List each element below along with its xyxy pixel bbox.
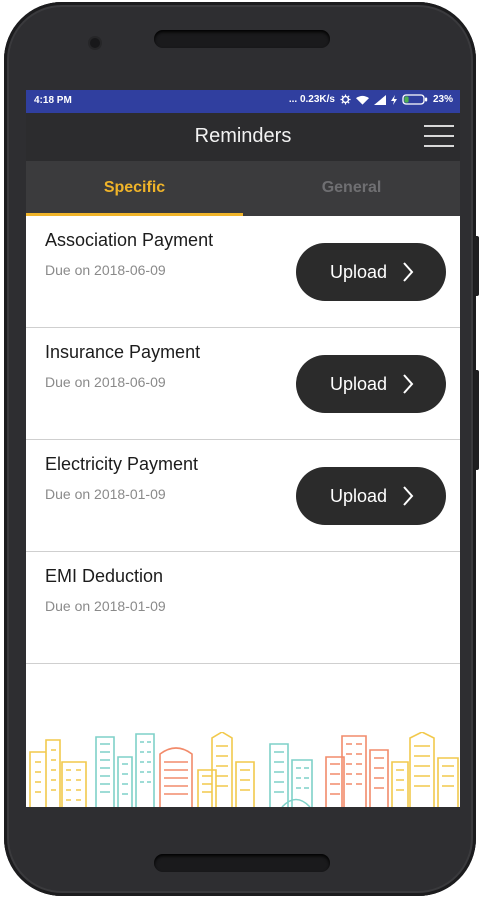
reminder-title: EMI Deduction [45,566,164,586]
reminder-list: Association Payment Due on 2018-06-09 Up… [26,216,460,664]
reminder-item[interactable]: Association Payment Due on 2018-06-09 Up… [26,216,460,328]
wifi-icon [355,95,369,105]
battery-percent: 23% [432,94,453,105]
reminder-due-date: Due on 2018-06-09 [45,262,166,278]
reminder-item[interactable]: EMI Deduction Due on 2018-01-09 [26,552,460,664]
upload-button[interactable]: Upload [296,243,446,301]
status-bar: 4:18 PM ... 0.23K/s 23% [26,90,460,113]
reminder-item[interactable]: Insurance Payment Due on 2018-06-09 Uplo… [26,328,460,440]
gear-icon [340,94,351,105]
phone-frame: 4:18 PM ... 0.23K/s 23% Reminders Specif… [4,2,476,896]
reminder-due-date: Due on 2018-06-09 [45,374,166,390]
hamburger-menu-icon[interactable] [424,123,454,149]
bottom-speaker-grille [154,854,330,872]
status-time: 4:18 PM [34,95,72,106]
upload-button-label: Upload [330,262,388,282]
chevron-right-icon [403,374,414,394]
reminder-title: Electricity Payment [45,454,199,474]
upload-button[interactable]: Upload [296,355,446,413]
tab-specific[interactable]: Specific [26,161,243,216]
upload-button[interactable]: Upload [296,467,446,525]
reminder-item[interactable]: Electricity Payment Due on 2018-01-09 Up… [26,440,460,552]
power-button [474,370,479,470]
tab-bar: Specific General [26,161,460,216]
screen: 4:18 PM ... 0.23K/s 23% Reminders Specif… [26,90,460,807]
chevron-right-icon [403,262,414,282]
reminder-due-date: Due on 2018-01-09 [45,598,166,614]
reminder-title: Insurance Payment [45,342,201,362]
tab-general[interactable]: General [243,161,460,216]
network-speed: ... 0.23K/s [288,94,335,105]
volume-button [474,236,479,296]
reminder-due-date: Due on 2018-01-09 [45,486,166,502]
chevron-right-icon [403,486,414,506]
top-speaker-grille [154,30,330,48]
upload-button-label: Upload [330,374,388,394]
battery-icon [402,94,428,105]
upload-button-label: Upload [330,486,388,506]
status-icons: ... 0.23K/s 23% [289,94,453,105]
charging-bolt-icon [390,94,397,105]
reminder-title: Association Payment [45,230,214,250]
page-title: Reminders [194,125,292,147]
app-bar: Reminders [26,113,460,161]
city-skyline-illustration [29,732,459,807]
cellular-signal-icon [373,94,386,105]
front-camera [90,38,100,48]
